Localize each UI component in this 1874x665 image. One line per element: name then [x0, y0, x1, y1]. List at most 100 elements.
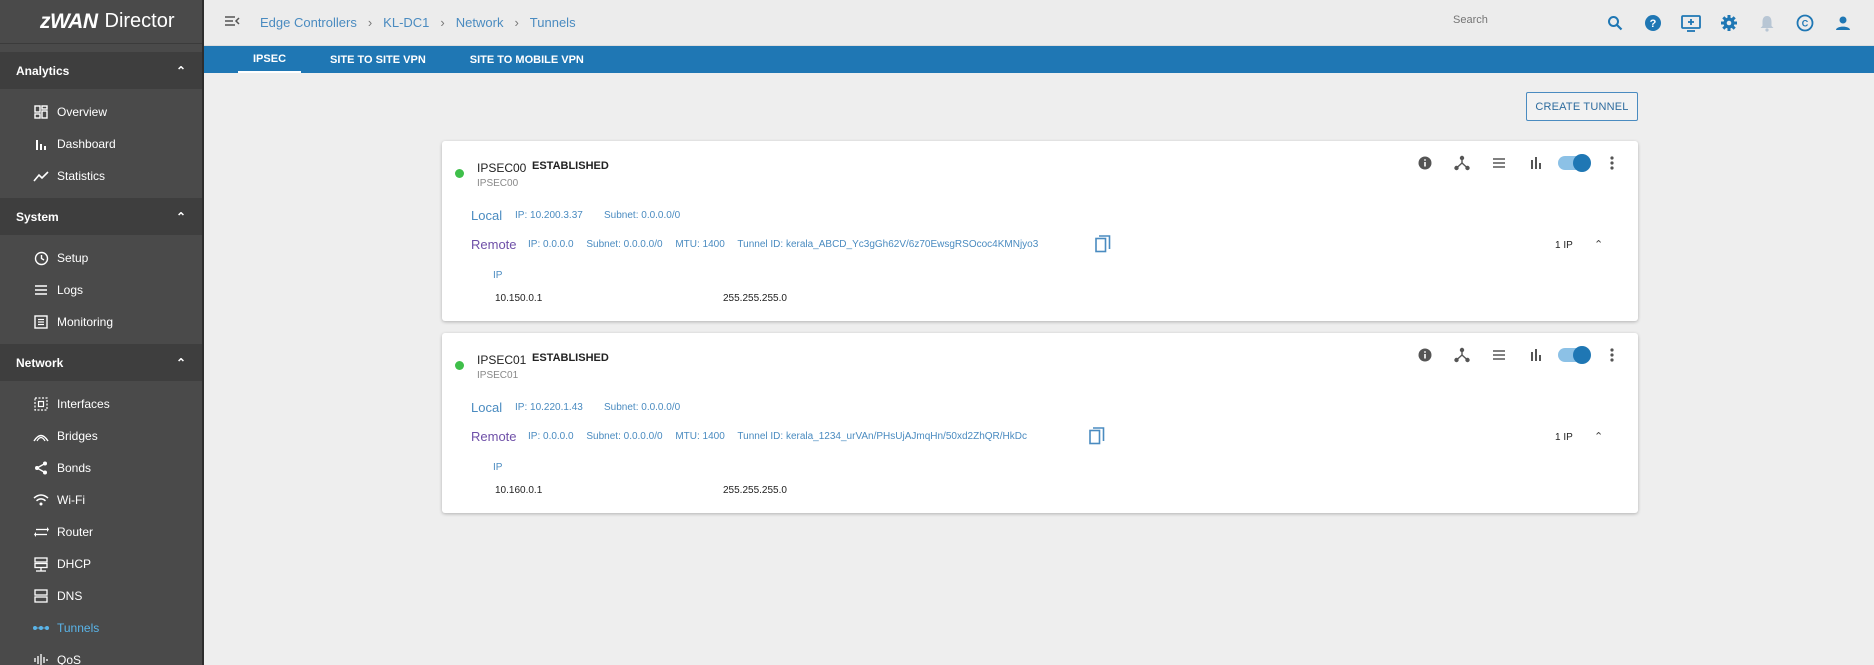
tunnel-icon — [32, 619, 50, 637]
section-header-network[interactable]: Network ⌃ — [0, 344, 202, 381]
breadcrumb-tunnels[interactable]: Tunnels — [530, 15, 576, 30]
more-vert-icon[interactable] — [1592, 344, 1632, 366]
sidebar-item-dns[interactable]: DNS — [0, 580, 202, 612]
status-dot — [455, 361, 464, 370]
chevron-up-icon[interactable]: ⌃ — [1594, 238, 1603, 251]
svg-text:?: ? — [1650, 18, 1657, 30]
sidebar-item-bridges[interactable]: Bridges — [0, 420, 202, 452]
swap-icon — [32, 523, 50, 541]
chevron-up-icon[interactable]: ⌃ — [1594, 430, 1603, 443]
sidebar-item-setup[interactable]: Setup — [0, 242, 202, 274]
bell-icon[interactable] — [1748, 10, 1786, 36]
section-header-system[interactable]: System ⌃ — [0, 198, 202, 235]
sidebar-item-interfaces[interactable]: Interfaces — [0, 388, 202, 420]
help-icon[interactable]: ? — [1634, 10, 1672, 36]
menu-collapse-icon[interactable] — [224, 14, 250, 32]
sidebar-item-label: Logs — [57, 283, 84, 297]
status-badge: ESTABLISHED — [532, 160, 609, 172]
sidebar-item-label: Setup — [57, 251, 89, 265]
sidebar-section-system: System ⌃ Setup Logs Monitoring — [0, 198, 202, 342]
chevron-right-icon: › — [514, 15, 519, 30]
sidebar-item-bonds[interactable]: Bonds — [0, 452, 202, 484]
local-subnet: Subnet: 0.0.0.0/0 — [604, 402, 681, 413]
sidebar-item-monitoring[interactable]: Monitoring — [0, 306, 202, 338]
bar-chart-icon[interactable] — [1517, 152, 1554, 174]
chevron-right-icon: › — [440, 15, 445, 30]
list-icon[interactable] — [1480, 152, 1517, 174]
sidebar-item-label: Overview — [57, 105, 108, 119]
dns-icon — [32, 587, 50, 605]
monitor-add-icon[interactable] — [1672, 10, 1710, 36]
sidebar-item-tunnels[interactable]: Tunnels — [0, 612, 202, 644]
info-icon[interactable] — [1406, 344, 1443, 366]
card-actions — [1406, 152, 1632, 174]
ip-count: 1 IP — [1555, 432, 1573, 443]
sidebar-item-dhcp[interactable]: DHCP — [0, 548, 202, 580]
ip-column-header: IP — [493, 462, 503, 473]
breadcrumb: Edge Controllers › KL-DC1 › Network › Tu… — [260, 15, 576, 30]
sidebar-item-label: Tunnels — [57, 621, 100, 635]
share-icon — [32, 459, 50, 477]
tab-bar: IPSEC SITE TO SITE VPN SITE TO MOBILE VP… — [204, 46, 1874, 73]
status-badge: ESTABLISHED — [532, 352, 609, 364]
create-tunnel-button[interactable]: CREATE TUNNEL — [1526, 92, 1638, 121]
logo[interactable]: zWAN Director — [0, 0, 202, 44]
search-icon[interactable] — [1596, 10, 1634, 36]
section-header-analytics[interactable]: Analytics ⌃ — [0, 52, 202, 89]
list-icon[interactable] — [1480, 344, 1517, 366]
account-icon[interactable] — [1824, 10, 1862, 36]
tab-site-to-site-vpn[interactable]: SITE TO SITE VPN — [315, 54, 441, 66]
more-vert-icon[interactable] — [1592, 152, 1632, 174]
chevron-up-icon: ⌃ — [175, 63, 186, 78]
tab-site-to-mobile-vpn[interactable]: SITE TO MOBILE VPN — [455, 54, 599, 66]
ip-column-header: IP — [493, 270, 503, 281]
sidebar-item-label: Interfaces — [57, 397, 110, 411]
clock-icon — [32, 249, 50, 267]
gear-icon[interactable] — [1710, 10, 1748, 36]
remote-details: IP: 0.0.0.0 Subnet: 0.0.0.0/0 MTU: 1400 … — [528, 239, 1038, 250]
local-label: Local — [471, 208, 503, 223]
breadcrumb-kl-dc1[interactable]: KL-DC1 — [383, 15, 429, 30]
enable-toggle[interactable] — [1558, 154, 1591, 172]
topology-icon[interactable] — [1443, 344, 1480, 366]
local-ip: IP: 10.200.3.37 — [515, 210, 583, 221]
chevron-up-icon: ⌃ — [175, 209, 186, 224]
tunnel-id: Tunnel ID: kerala_ABCD_Yc3gGh62V/6z70Ews… — [737, 239, 1039, 250]
sidebar-item-router[interactable]: Router — [0, 516, 202, 548]
copy-icon[interactable] — [1095, 235, 1111, 253]
sidebar-item-label: QoS — [57, 653, 82, 665]
tunnel-card-ipsec00: IPSEC00 ESTABLISHED IPSEC00 Local IP: 10… — [442, 141, 1638, 321]
sidebar-item-qos[interactable]: QoS — [0, 644, 202, 665]
sidebar-item-label: Monitoring — [57, 315, 114, 329]
sidebar-item-logs[interactable]: Logs — [0, 274, 202, 306]
sidebar: zWAN Director Analytics ⌃ Overview Dashb… — [0, 0, 204, 665]
remote-ip: IP: 0.0.0.0 — [528, 239, 574, 250]
sidebar-item-statistics[interactable]: Statistics — [0, 160, 202, 192]
sidebar-item-overview[interactable]: Overview — [0, 96, 202, 128]
tab-ipsec[interactable]: IPSEC — [238, 46, 302, 73]
remote-label: Remote — [471, 237, 517, 252]
copy-icon[interactable] — [1089, 427, 1105, 445]
ip-value: 10.150.0.1 — [495, 293, 543, 304]
tunnel-subtitle: IPSEC01 — [477, 370, 519, 381]
overview-icon — [32, 103, 50, 121]
remote-ip: IP: 0.0.0.0 — [528, 431, 574, 442]
local-subnet: Subnet: 0.0.0.0/0 — [604, 210, 681, 221]
sidebar-item-wifi[interactable]: Wi-Fi — [0, 484, 202, 516]
sidebar-item-dashboard[interactable]: Dashboard — [0, 128, 202, 160]
section-title: System — [16, 209, 59, 224]
breadcrumb-edge-controllers[interactable]: Edge Controllers — [260, 15, 357, 30]
sidebar-item-label: DNS — [57, 589, 83, 603]
chevron-up-icon: ⌃ — [175, 355, 186, 370]
bar-chart-icon[interactable] — [1517, 344, 1554, 366]
copyright-icon[interactable]: C — [1786, 10, 1824, 36]
enable-toggle[interactable] — [1558, 346, 1591, 364]
info-icon[interactable] — [1406, 152, 1443, 174]
netmask-value: 255.255.255.0 — [723, 485, 787, 496]
breadcrumb-network[interactable]: Network — [456, 15, 504, 30]
bridge-icon — [32, 427, 50, 445]
status-dot — [455, 169, 464, 178]
topology-icon[interactable] — [1443, 152, 1480, 174]
local-label: Local — [471, 400, 503, 415]
local-ip: IP: 10.220.1.43 — [515, 402, 583, 413]
